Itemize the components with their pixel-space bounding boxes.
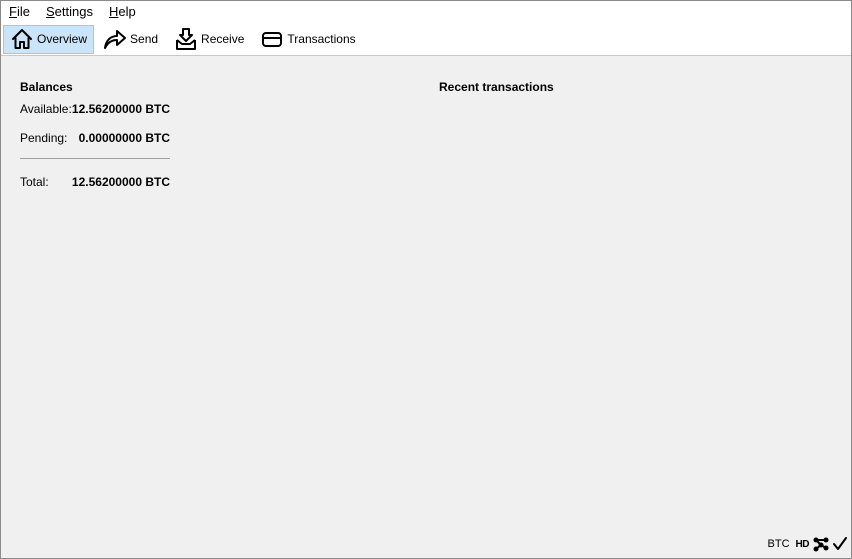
menu-settings[interactable]: Settings — [38, 1, 101, 23]
checkmark-icon — [833, 537, 847, 551]
menu-file-accel: F — [9, 4, 17, 19]
send-label: Send — [130, 32, 159, 46]
pending-value: 0.00000000 BTC — [78, 131, 170, 145]
available-row: Available: 12.56200000 BTC — [20, 102, 170, 116]
hd-indicator: HD — [795, 538, 810, 550]
pending-row: Pending: 0.00000000 BTC — [20, 131, 170, 145]
balances-title: Balances — [20, 80, 73, 94]
pending-label: Pending: — [20, 131, 68, 145]
wallet-window: File Settings Help Overview Send Receive — [0, 0, 852, 559]
menu-settings-accel: S — [45, 4, 55, 19]
receive-inbox-icon — [174, 27, 198, 51]
menu-file-label: ile — [16, 4, 30, 19]
menu-help-accel: H — [108, 4, 119, 19]
menu-help-label: elp — [118, 4, 136, 19]
transactions-label: Transactions — [287, 32, 356, 46]
available-value: 12.56200000 BTC — [71, 102, 170, 116]
available-label: Available: — [20, 102, 72, 116]
menu-help[interactable]: Help — [101, 1, 144, 23]
home-icon — [10, 27, 34, 51]
send-tab[interactable]: Send — [96, 25, 165, 54]
recent-transactions-title: Recent transactions — [439, 80, 554, 94]
receive-tab[interactable]: Receive — [167, 25, 251, 54]
card-icon — [260, 27, 284, 51]
overview-label: Overview — [37, 32, 88, 46]
network-icon[interactable] — [812, 536, 830, 552]
overview-page: Balances Available: 12.56200000 BTC Pend… — [1, 57, 851, 533]
total-label: Total: — [20, 175, 49, 189]
menu-file[interactable]: File — [1, 1, 38, 23]
toolbar: Overview Send Receive Transactions — [1, 23, 851, 56]
status-bar: BTC HD — [768, 536, 847, 552]
transactions-tab[interactable]: Transactions — [253, 25, 362, 54]
total-row: Total: 12.56200000 BTC — [20, 175, 170, 189]
total-value: 12.56200000 BTC — [71, 175, 170, 189]
unit-selector[interactable]: BTC — [768, 538, 790, 550]
send-arrow-icon — [103, 27, 127, 51]
balances-divider — [20, 158, 170, 159]
overview-tab[interactable]: Overview — [3, 24, 95, 54]
receive-label: Receive — [201, 32, 245, 46]
menu-settings-label: ettings — [54, 4, 93, 19]
menu-bar: File Settings Help — [1, 1, 851, 23]
